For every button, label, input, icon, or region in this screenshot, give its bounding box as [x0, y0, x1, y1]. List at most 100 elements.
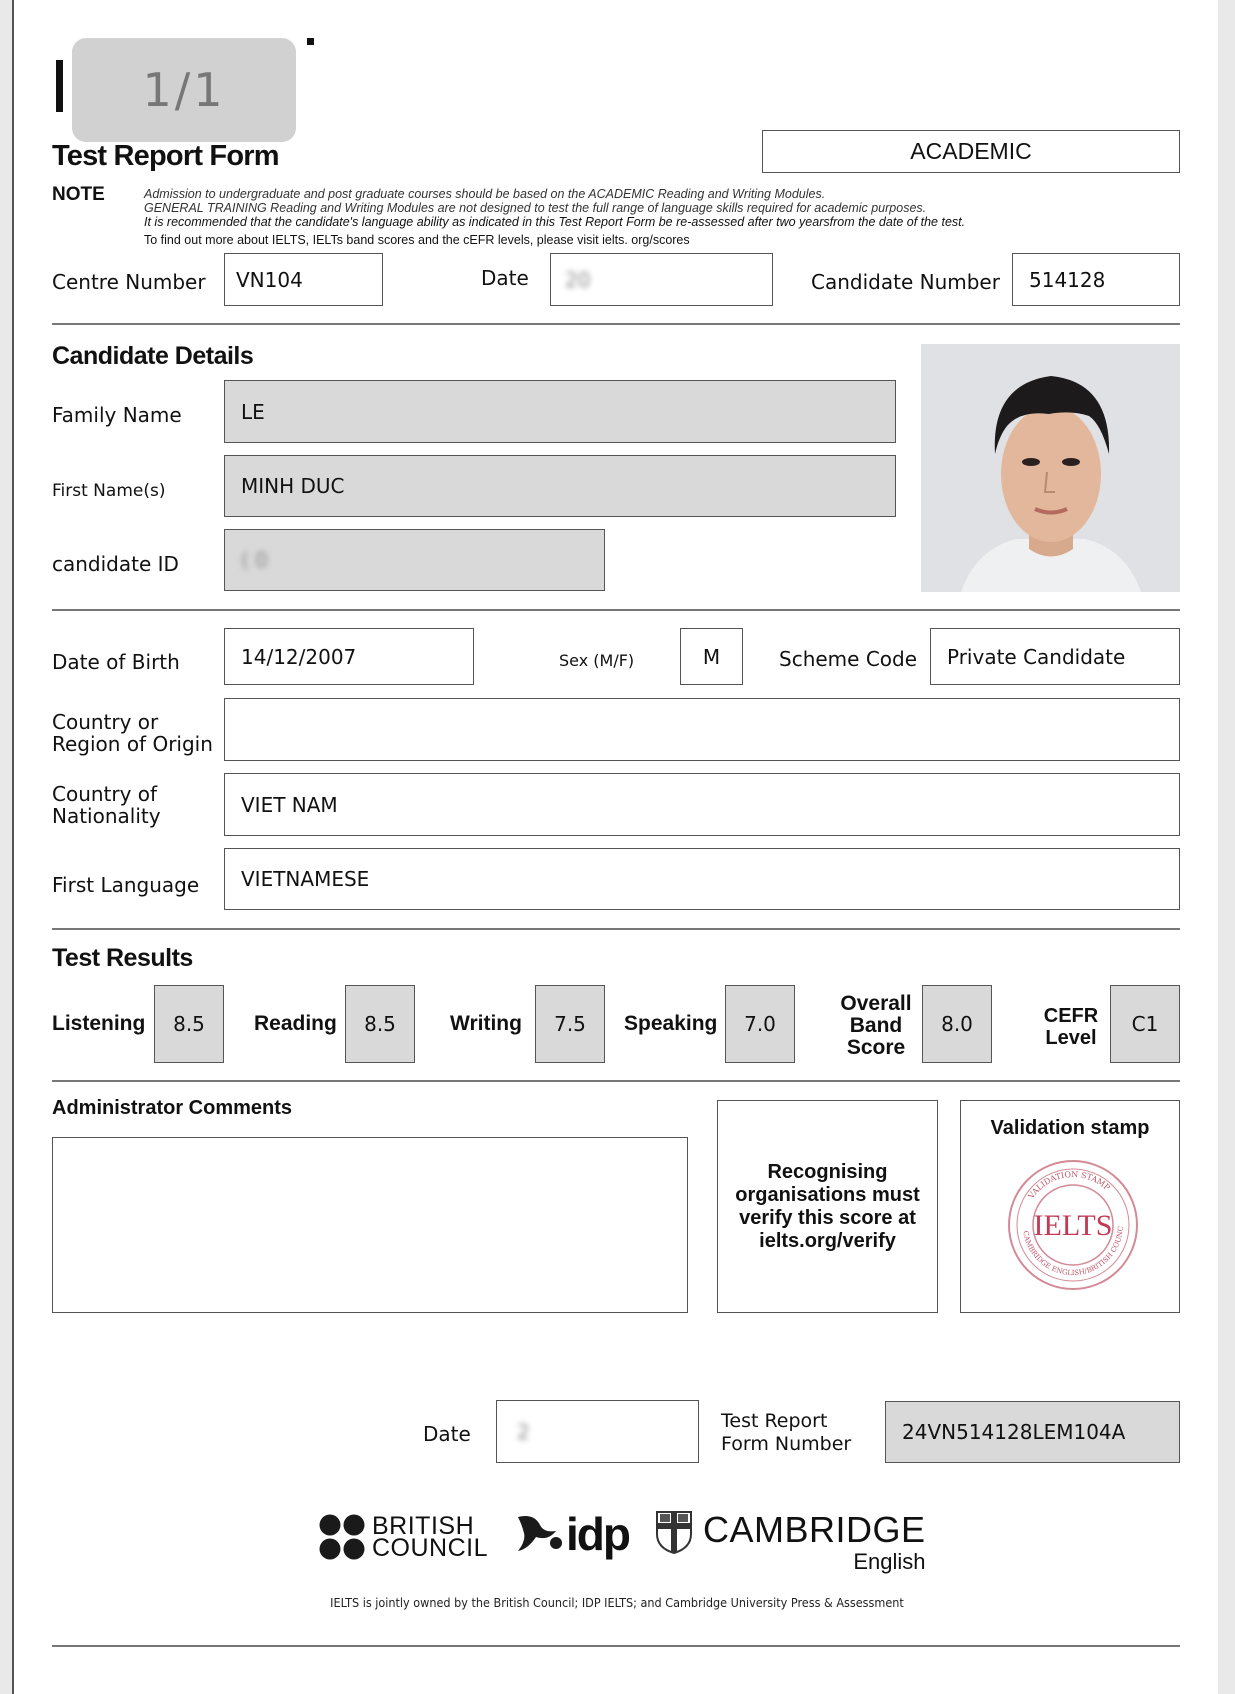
verify-line-3: verify this score at	[739, 1206, 916, 1229]
logo-fragment	[56, 60, 63, 112]
nationality-value: VIET NAM	[241, 792, 338, 817]
cefr-label-line-1: CEFR	[1043, 1005, 1099, 1027]
trf-number-label: Test Report Form Number	[721, 1410, 851, 1456]
verify-line-1: Recognising	[767, 1160, 888, 1183]
nationality-label-line-2: Nationality	[52, 804, 161, 828]
overall-band-score: 8.0	[922, 985, 992, 1063]
first-language-field: VIETNAMESE	[224, 848, 1180, 910]
listening-score: 8.5	[154, 985, 224, 1063]
first-name-label: First Name(s)	[52, 481, 166, 501]
overall-band-label: Overall Band Score	[836, 993, 916, 1059]
idp-logo: idp	[514, 1508, 631, 1560]
candidate-id-label: candidate ID	[52, 552, 179, 576]
first-name-field: MINH DUC	[224, 455, 896, 517]
portrait-image	[921, 344, 1180, 592]
british-council-logo: BRITISH COUNCIL	[318, 1512, 488, 1562]
ownership-statement: IELTS is jointly owned by the British Co…	[330, 1595, 904, 1610]
note-line-4: To find out more about IELTS, IELTs band…	[144, 233, 690, 247]
dot-mark	[307, 38, 314, 45]
module-box: ACADEMIC	[762, 130, 1180, 173]
note-line-3: It is recommended that the candidate's l…	[144, 215, 966, 229]
note-label: NOTE	[52, 184, 105, 205]
divider	[52, 928, 1180, 930]
cambridge-logo: CAMBRIDGE English	[655, 1510, 926, 1580]
module-value: ACADEMIC	[910, 138, 1032, 164]
country-origin-field	[224, 698, 1180, 761]
reading-label: Reading	[254, 1012, 337, 1035]
candidate-id-field: ( 0	[224, 529, 605, 591]
date-label: Date	[481, 266, 529, 290]
footer-date-value: 2	[517, 1419, 530, 1444]
verify-box: Recognising organisations must verify th…	[717, 1100, 938, 1313]
cambridge-shield-icon	[656, 1511, 692, 1554]
cefr-value: C1	[1131, 1012, 1159, 1036]
candidate-number-field: 514128	[1012, 253, 1180, 306]
sex-label: Sex (M/F)	[559, 651, 635, 670]
trf-number-value: 24VN514128LEM104A	[902, 1420, 1126, 1444]
country-origin-label-line-2: Region of Origin	[52, 732, 213, 756]
overall-value: 8.0	[941, 1012, 973, 1036]
speaking-score: 7.0	[725, 985, 795, 1063]
document-page: 1/1 Test Report Form ACADEMIC NOTE Admis…	[12, 0, 1218, 1694]
footer-date-field: 2	[496, 1400, 699, 1463]
test-date-value: 20	[565, 267, 591, 292]
form-title: Test Report Form	[52, 140, 280, 172]
listening-label: Listening	[52, 1012, 146, 1035]
stamp-text: IELTS	[1034, 1209, 1113, 1242]
trf-label-line-1: Test Report	[721, 1410, 828, 1432]
country-origin-label-line-1: Country or	[52, 710, 159, 734]
reading-score: 8.5	[345, 985, 415, 1063]
dob-field: 14/12/2007	[224, 628, 474, 685]
trf-number-field: 24VN514128LEM104A	[885, 1401, 1180, 1463]
family-name-label: Family Name	[52, 403, 182, 427]
verify-line-4: ielts.org/verify	[759, 1229, 896, 1252]
family-name-field: LE	[224, 380, 896, 443]
dob-value: 14/12/2007	[241, 644, 357, 669]
writing-label: Writing	[450, 1012, 522, 1035]
trf-label-line-2: Form Number	[721, 1433, 852, 1455]
candidate-details-title: Candidate Details	[52, 342, 254, 370]
candidate-number-value: 514128	[1029, 267, 1106, 292]
scheme-code-label: Scheme Code	[779, 647, 918, 671]
divider	[52, 1080, 1180, 1082]
idp-swirl-icon	[518, 1516, 562, 1551]
british-council-line-2: COUNCIL	[372, 1534, 489, 1562]
writing-value: 7.5	[554, 1012, 586, 1036]
ielts-stamp-icon: VALIDATION STAMP CAMBRIDGE ENGLISH/BRITI…	[1003, 1155, 1138, 1290]
divider	[52, 609, 1180, 611]
nationality-label-line-1: Country of	[52, 782, 158, 806]
nationality-label: Country of Nationality	[52, 783, 161, 827]
overall-label-line-2: Band	[849, 1014, 903, 1037]
candidate-number-label: Candidate Number	[811, 270, 1000, 294]
scheme-code-field: Private Candidate	[930, 628, 1180, 685]
first-name-value: MINH DUC	[241, 474, 345, 498]
cefr-level-label: CEFR Level	[1036, 1005, 1106, 1049]
test-date-field: 20	[550, 253, 773, 306]
family-name-value: LE	[241, 399, 265, 424]
british-council-dots-icon	[319, 1514, 365, 1560]
validation-stamp-title: Validation stamp	[990, 1117, 1150, 1139]
overall-label-line-3: Score	[846, 1036, 906, 1059]
cambridge-english-text: English	[853, 1549, 926, 1574]
centre-number-value: VN104	[236, 267, 303, 292]
cefr-level-score: C1	[1110, 985, 1180, 1063]
admin-comments-box	[52, 1137, 688, 1313]
cefr-label-line-2: Level	[1045, 1027, 1097, 1049]
footer-date-label: Date	[423, 1422, 471, 1446]
candidate-id-value: ( 0	[241, 548, 268, 572]
speaking-value: 7.0	[744, 1012, 776, 1036]
validation-stamp-box: Validation stamp VALIDATION STAMP CAMBRI…	[960, 1100, 1180, 1313]
note-line-2: GENERAL TRAINING Reading and Writing Mod…	[144, 201, 927, 215]
first-language-value: VIETNAMESE	[241, 867, 370, 891]
idp-text: idp	[566, 1508, 631, 1560]
divider	[52, 1645, 1180, 1647]
sex-field: M	[680, 628, 743, 685]
candidate-photo	[921, 344, 1180, 592]
centre-number-field: VN104	[224, 253, 383, 306]
cambridge-text: CAMBRIDGE	[703, 1509, 926, 1550]
note-line-1: Admission to undergraduate and post grad…	[144, 187, 826, 201]
admin-comments-title: Administrator Comments	[52, 1097, 293, 1119]
sex-value: M	[702, 644, 721, 669]
dob-label: Date of Birth	[52, 650, 180, 674]
page-indicator: 1/1	[72, 38, 296, 142]
